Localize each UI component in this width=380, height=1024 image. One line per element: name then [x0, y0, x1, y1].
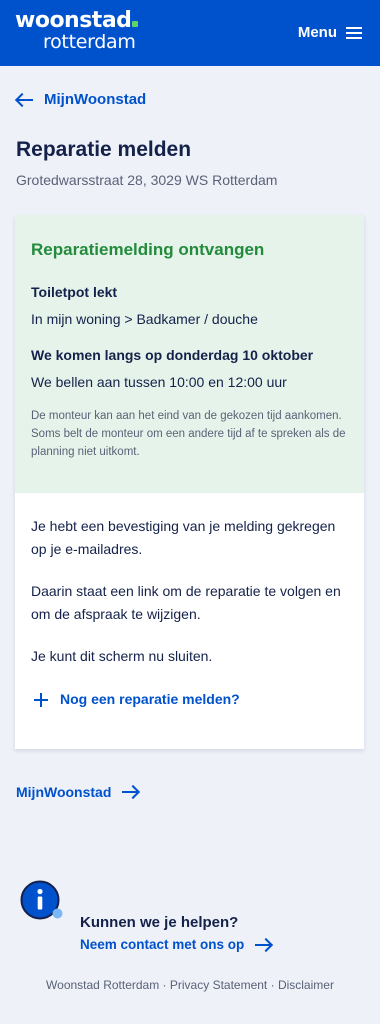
repair-location: In mijn woning > Badkamer / douche [31, 311, 258, 327]
add-repair-label: Nog een reparatie melden? [60, 691, 240, 708]
call-window: We bellen aan tussen 10:00 en 12:00 uur [31, 374, 287, 390]
confirmation-info: Je hebt een bevestiging van je melding g… [15, 493, 364, 712]
plus-icon [34, 693, 48, 708]
mijnwoonstad-link[interactable]: MijnWoonstad [16, 784, 139, 800]
woonstad-logo[interactable]: woonstad rotterdam [15, 10, 139, 53]
info-paragraph-link: Daarin staat een link om de reparatie te… [31, 583, 341, 623]
back-link-label: MijnWoonstad [44, 91, 147, 108]
page-title: Reparatie melden [16, 138, 192, 161]
footer-disclaimer-link[interactable]: Disclaimer [278, 978, 334, 992]
info-icon [20, 880, 63, 920]
logo-dot [132, 21, 139, 27]
site-footer: Woonstad Rotterdam · Privacy Statement ·… [0, 978, 380, 992]
confirmation-title: Reparatiemelding ontvangen [31, 240, 265, 259]
technician-note: De monteur kan aan het eind van de gekoz… [31, 410, 346, 458]
menu-button[interactable]: Menu [298, 24, 362, 41]
footer-privacy-link[interactable]: Privacy Statement [170, 978, 267, 992]
hamburger-icon [346, 26, 362, 39]
footer-separator: · [159, 978, 170, 992]
page-address: Grotedwarsstraat 28, 3029 WS Rotterdam [16, 172, 278, 188]
footer-separator: · [267, 978, 278, 992]
contact-link-label: Neem contact met ons op [80, 937, 245, 952]
logo-wordmark-bottom: rotterdam [43, 31, 136, 53]
arrow-right-icon [121, 785, 139, 799]
site-header: woonstad rotterdam Menu [0, 0, 380, 66]
visit-day: We komen langs op donderdag 10 oktober [31, 347, 314, 363]
confirmation-card: Reparatiemelding ontvangen Toiletpot lek… [15, 215, 364, 749]
info-paragraph-close: Je kunt dit scherm nu sluiten. [31, 648, 213, 665]
back-to-mijnwoonstad-link[interactable]: MijnWoonstad [16, 91, 146, 108]
add-another-repair-link[interactable]: Nog een reparatie melden? [31, 688, 348, 711]
help-title: Kunnen we je helpen? [80, 914, 239, 931]
repair-name: Toiletpot lekt [31, 284, 118, 300]
menu-label: Menu [297, 24, 337, 41]
arrow-right-icon [254, 938, 272, 952]
footer-company-link[interactable]: Woonstad Rotterdam [46, 978, 159, 992]
confirmation-summary: Reparatiemelding ontvangen Toiletpot lek… [15, 215, 364, 493]
contact-link[interactable]: Neem contact met ons op [80, 937, 272, 952]
info-paragraph-email: Je hebt een bevestiging van je melding g… [31, 518, 336, 558]
mijnwoonstad-link-label: MijnWoonstad [16, 784, 112, 800]
help-section: Kunnen we je helpen? Neem contact met on… [20, 880, 320, 960]
logo-wordmark-top: woonstad [15, 10, 139, 32]
arrow-left-icon [16, 93, 34, 107]
